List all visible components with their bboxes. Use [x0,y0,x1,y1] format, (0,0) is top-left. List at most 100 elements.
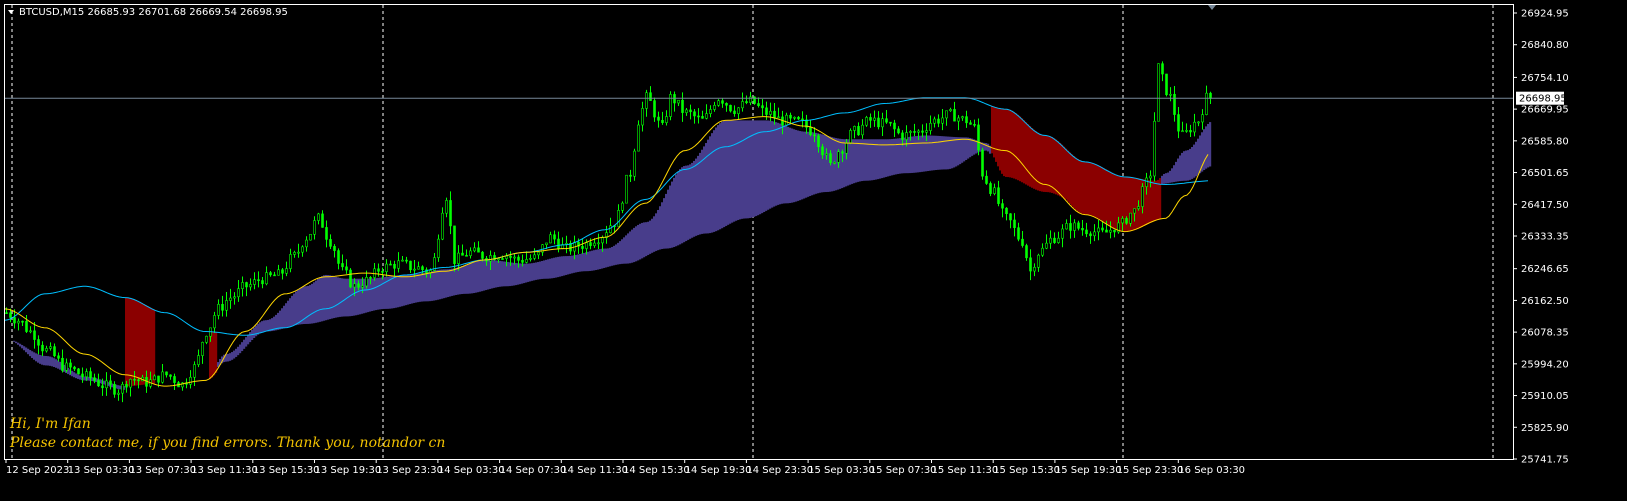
cloud-bar [461,265,464,295]
cloud-bar [1003,109,1006,177]
cloud-bar [729,120,732,224]
cloud-bar [395,275,398,308]
candle-body [1165,73,1168,96]
cloud-bar [825,135,828,193]
candle-body [421,266,424,271]
cloud-bar [661,202,664,249]
cloud-bar [403,274,406,306]
cloud-bar [733,120,736,222]
x-tick-label: 15 Sep 11:30 [932,465,999,476]
cloud-bar [1033,129,1036,189]
cloud-bar [1151,180,1154,223]
cloud-bar [541,260,544,279]
cloud-bar [633,227,636,263]
candle-body [505,255,508,259]
cloud-bar [507,262,510,287]
candle-body [729,104,732,112]
cloud-bar [79,375,82,380]
candle-body [277,269,280,276]
cloud-bar [1091,162,1094,216]
cloud-bar [799,131,802,201]
candle-body [345,266,348,271]
candle-body [609,225,612,233]
candle-body [741,101,744,109]
candle-body [81,373,84,378]
cloud-bar [771,121,774,208]
candle-body [85,371,88,378]
cloud-bar [875,139,878,180]
cloud-bar [457,267,460,295]
cloud-bar [985,143,988,151]
cloud-bar [515,263,518,286]
cloud-bar [45,356,48,366]
cloud-bar [455,267,458,295]
cloud-bar [967,137,970,159]
cloud-bar [307,285,310,324]
candle-body [37,339,40,346]
candle-body [1169,93,1172,96]
candle-body [61,357,64,371]
cloud-bar [521,263,524,284]
candle-body [825,153,828,156]
cloud-bar [641,222,644,259]
cloud-bar [405,274,408,306]
candle-body [889,121,892,124]
candle-body [909,131,912,133]
candle-body [265,272,268,285]
cloud-bar [721,121,724,229]
y-tick-label: 26501.65 [1521,168,1569,179]
cloud-bar [653,216,656,252]
candle-body [557,238,560,249]
cloud-bar [741,120,744,219]
cloud-bar [591,250,594,271]
cloud-bar [441,269,444,299]
cloud-bar [915,136,918,173]
candle-body [1065,223,1068,230]
candle-body [989,183,992,194]
cloud-bar [77,374,80,379]
cloud-bar [437,269,440,300]
cloud-bar [333,276,336,319]
candle-body [1069,223,1072,231]
candle-body [361,285,364,288]
candle-body [509,255,512,258]
cloud-bar [947,136,950,170]
cloud-bar [793,129,796,203]
candle-body [269,272,272,276]
cloud-bar [547,259,550,279]
cloud-bar [773,121,776,207]
cloud-bar [757,120,760,216]
candle-body [469,250,472,256]
cloud-bar [551,258,554,279]
candle-body [341,263,344,268]
candle-body [289,254,292,269]
candle-body [197,355,200,365]
cloud-bar [735,120,738,221]
cloud-bar [527,263,530,282]
cloud-bar [663,198,666,249]
cloud-bar [791,128,794,203]
price-chart[interactable]: 26924.95 26840.80 26754.10 26669.95 26585.80… [0,0,1627,501]
cloud-bar [1189,148,1192,180]
cloud-bar [215,332,218,373]
cloud-bar [255,325,258,337]
candle-body [1193,121,1196,133]
cloud-bar [937,135,940,170]
cloud-bar [1075,157,1078,210]
candle-body [725,103,728,106]
cloud-bar [1069,152,1072,205]
cloud-bar [863,139,866,181]
cloud-bar [777,122,780,205]
candle-body [213,315,216,329]
candle-body [777,116,780,119]
cloud-bar [903,137,906,174]
cloud-bar [47,356,50,366]
cloud-bar [579,253,582,272]
cloud-bar [129,297,132,387]
candle-body [905,132,908,140]
candle-body [545,242,548,246]
candle-body [489,255,492,262]
cloud-bar [467,263,470,294]
cloud-bar [379,277,382,310]
cloud-bar [957,137,960,166]
